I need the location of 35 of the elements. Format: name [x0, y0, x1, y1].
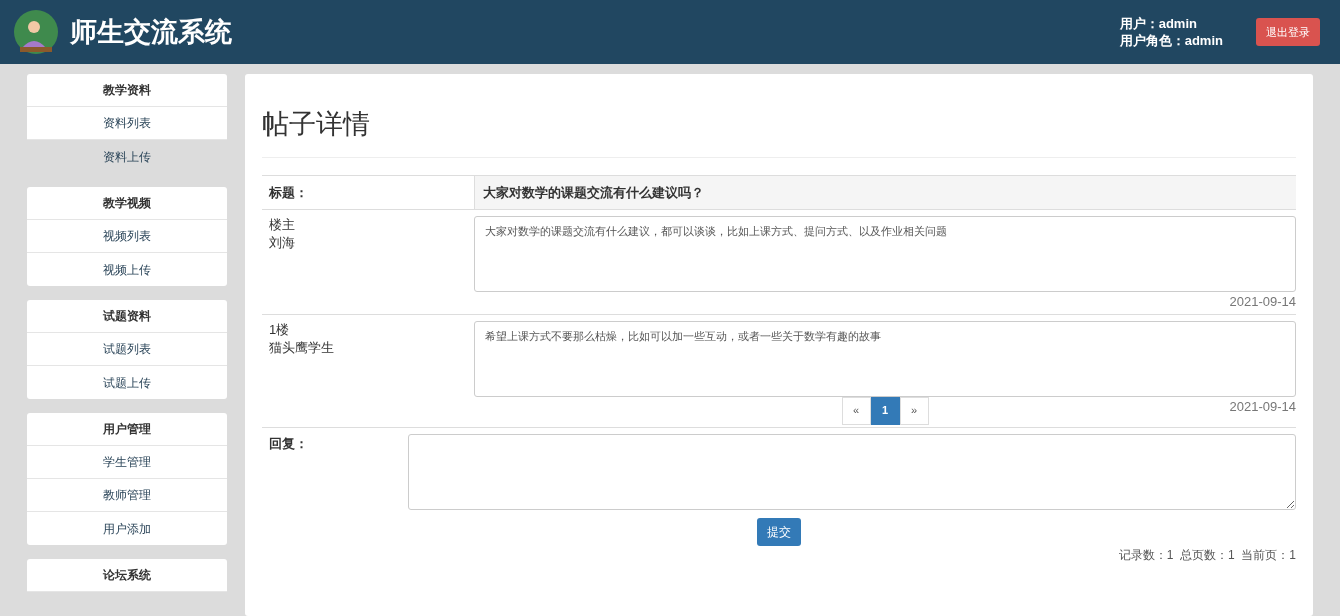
- sidebar-item[interactable]: 试题列表: [27, 333, 227, 366]
- title-label: 标题：: [268, 183, 309, 202]
- reply-date: 2021-09-14: [1229, 293, 1296, 311]
- author-name: 刘海: [269, 234, 296, 252]
- floor-label: 楼主: [269, 216, 296, 234]
- avatar-logo-icon: [14, 10, 58, 54]
- sidebar-item[interactable]: 视频上传: [27, 253, 227, 286]
- reply-label: 回复：: [268, 434, 309, 453]
- sidebar-item[interactable]: 资料上传: [27, 140, 227, 173]
- sidebar-item[interactable]: 视频列表: [27, 220, 227, 253]
- page-link[interactable]: «: [841, 396, 871, 425]
- logout-button[interactable]: 退出登录: [1256, 17, 1320, 47]
- reply-input[interactable]: [408, 433, 1296, 510]
- page-title: 帖子详情: [262, 104, 1296, 158]
- app-title: 师生交流系统: [70, 15, 232, 49]
- role-label: 用户角色：admin: [1119, 32, 1223, 49]
- submit-button[interactable]: 提交: [757, 517, 801, 546]
- author-name: 猫头鹰学生: [269, 338, 335, 357]
- post-title: 大家对数学的课题交流有什么建议吗？: [474, 175, 1296, 209]
- sidebar-item[interactable]: 试题上传: [27, 366, 227, 399]
- sidebar-heading: 用户管理: [27, 413, 227, 446]
- reply-date: 2021-09-14: [1229, 397, 1296, 416]
- floor-label: 1楼: [269, 320, 291, 339]
- record-summary: 记录数：1 总页数：1 当前页：1: [1118, 546, 1296, 564]
- sidebar-item[interactable]: 教师管理: [27, 479, 227, 512]
- user-label: 用户：admin: [1119, 15, 1198, 32]
- sidebar-item[interactable]: 资料列表: [27, 107, 227, 140]
- sidebar-heading: 论坛系统: [27, 559, 227, 592]
- sidebar-heading: 教学视频: [27, 187, 227, 220]
- sidebar-item[interactable]: 用户添加: [27, 512, 227, 545]
- sidebar-heading: 试题资料: [27, 300, 227, 333]
- sidebar-heading: 教学资料: [27, 74, 227, 107]
- reply-content: 大家对数学的课题交流有什么建议，都可以谈谈，比如上课方式、提问方式、以及作业相关问题: [474, 216, 1296, 292]
- reply-content: 希望上课方式不要那么枯燥，比如可以加一些互动，或者一些关于数学有趣的故事: [474, 320, 1296, 397]
- sidebar-item[interactable]: 学生管理: [27, 446, 227, 479]
